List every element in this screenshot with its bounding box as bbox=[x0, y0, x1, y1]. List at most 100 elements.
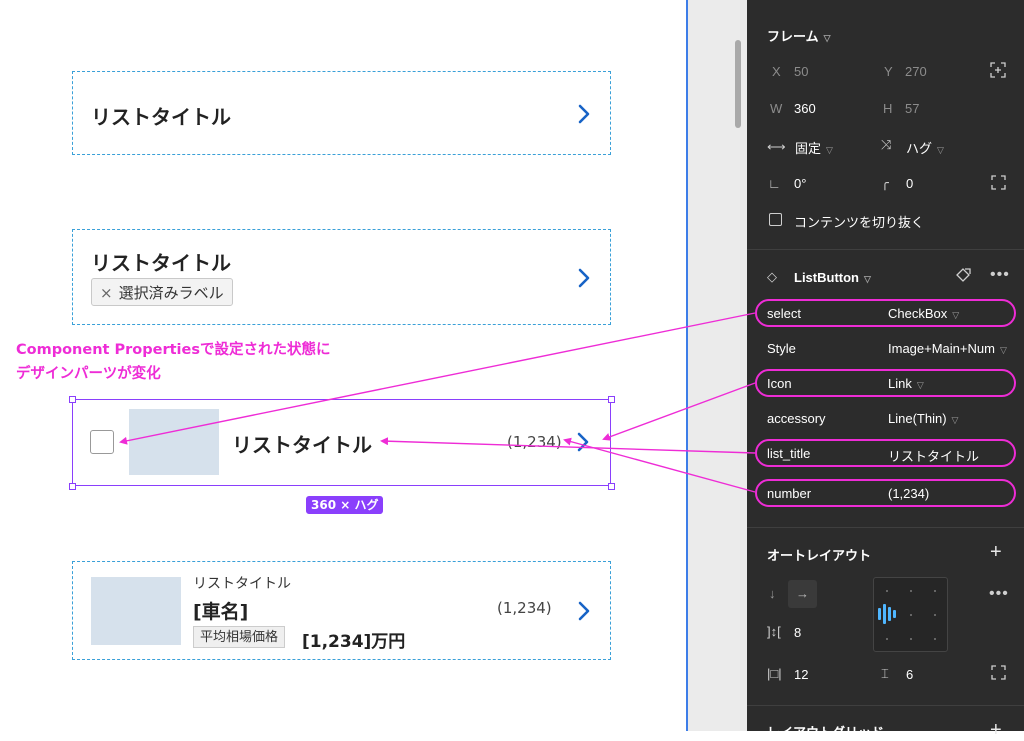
horizontal-resize-icon: ⟷ bbox=[767, 139, 786, 154]
list-title: リストタイトル bbox=[91, 105, 231, 129]
w-input[interactable]: 360 bbox=[794, 101, 816, 116]
align-dot bbox=[910, 590, 912, 592]
prop-number-input[interactable]: (1,234) bbox=[888, 486, 929, 501]
list-button-with-chip[interactable]: リストタイトル × 選択済みラベル bbox=[72, 229, 611, 325]
align-dot bbox=[886, 638, 888, 640]
prop-label-select: select bbox=[767, 306, 801, 321]
constraints-icon[interactable] bbox=[990, 62, 1006, 81]
chevron-down-icon: ▽ bbox=[937, 145, 944, 155]
direction-down-icon[interactable]: ↓ bbox=[769, 586, 776, 601]
y-input[interactable]: 270 bbox=[905, 64, 927, 79]
chip-label: 選択済みラベル bbox=[118, 284, 224, 302]
independent-corners-icon[interactable] bbox=[991, 175, 1006, 193]
prop-icon-dropdown[interactable]: Link ▽ bbox=[888, 376, 924, 391]
chevron-down-icon: ▽ bbox=[823, 33, 831, 43]
price-label-tag: 平均相場価格 bbox=[193, 626, 286, 648]
size-badge: 360 × ハグ bbox=[306, 496, 384, 514]
number-label: (1,234) bbox=[497, 599, 552, 617]
resize-handle-top-left[interactable] bbox=[69, 396, 76, 403]
chevron-right-icon bbox=[573, 600, 595, 622]
align-dot bbox=[934, 590, 936, 592]
y-label: Y bbox=[884, 64, 893, 79]
prop-label-accessory: accessory bbox=[767, 411, 826, 426]
chevron-down-icon: ▽ bbox=[826, 145, 833, 155]
align-indicator bbox=[883, 604, 886, 624]
autolayout-more-icon[interactable]: ••• bbox=[989, 585, 1009, 603]
resize-handle-bottom-right[interactable] bbox=[608, 483, 615, 490]
vertical-padding-input[interactable]: 6 bbox=[906, 667, 913, 682]
prop-label-number: number bbox=[767, 486, 812, 501]
list-button-car[interactable]: リストタイトル [車名] 平均相場価格 [1,234]万円 (1,234) bbox=[72, 561, 611, 660]
chevron-down-icon: ▽ bbox=[863, 274, 871, 284]
component-name[interactable]: ListButton ▽ bbox=[794, 270, 871, 285]
annotation-line-1: Component Propertiesで設定された状態に bbox=[16, 342, 331, 358]
list-subtitle: リストタイトル bbox=[193, 576, 291, 592]
x-input[interactable]: 50 bbox=[794, 64, 808, 79]
car-name: [車名] bbox=[193, 601, 249, 623]
list-title: リストタイトル bbox=[91, 251, 231, 275]
align-indicator bbox=[893, 610, 896, 618]
height-mode-select[interactable]: ハグ ▽ bbox=[906, 138, 944, 157]
more-options-icon[interactable]: ••• bbox=[990, 266, 1010, 284]
align-dot bbox=[934, 638, 936, 640]
individual-padding-icon[interactable] bbox=[991, 665, 1006, 683]
align-dot bbox=[886, 590, 888, 592]
direction-right-icon: → bbox=[796, 586, 809, 601]
autolayout-title: オートレイアウト bbox=[767, 548, 872, 563]
rotation-icon: ∟ bbox=[768, 176, 781, 191]
prop-select-dropdown[interactable]: CheckBox ▽ bbox=[888, 306, 959, 321]
x-label: X bbox=[772, 64, 781, 79]
h-input[interactable]: 57 bbox=[905, 101, 919, 116]
horizontal-padding-icon: |□| bbox=[767, 666, 782, 681]
prop-label-list-title: list_title bbox=[767, 446, 811, 461]
width-mode-select[interactable]: 固定 ▽ bbox=[795, 138, 833, 157]
radius-input[interactable]: 0 bbox=[906, 176, 913, 191]
component-instance-icon: ◇ bbox=[767, 269, 777, 284]
chevron-down-icon: ▽ bbox=[952, 310, 960, 320]
alignment-grid[interactable] bbox=[873, 577, 948, 652]
properties-panel: フレーム ▽ X 50 Y 270 W 360 H 57 ⟷ 固定 ▽ ⤨ ハグ ▽ … bbox=[747, 0, 1024, 740]
gap-input[interactable]: 8 bbox=[794, 625, 801, 640]
w-label: W bbox=[770, 101, 783, 116]
vertical-padding-icon: ⌶ bbox=[881, 666, 889, 681]
add-autolayout-icon[interactable]: + bbox=[990, 542, 1002, 562]
chevron-down-icon: ▽ bbox=[951, 415, 959, 425]
align-dot bbox=[910, 614, 912, 616]
price-value: [1,234]万円 bbox=[302, 632, 406, 652]
close-icon[interactable]: × bbox=[100, 284, 113, 302]
prop-label-icon: Icon bbox=[767, 376, 792, 391]
selection-outline bbox=[72, 399, 611, 486]
chevron-down-icon: ▽ bbox=[916, 380, 924, 390]
layout-grid-title: レイアウトグリッド bbox=[767, 725, 885, 740]
section-divider bbox=[747, 527, 1024, 528]
design-canvas[interactable]: リストタイトル リストタイトル × 選択済みラベル Component Prope… bbox=[0, 0, 686, 731]
highlight-icon bbox=[755, 369, 1016, 397]
thumbnail-image bbox=[91, 577, 181, 645]
rotation-input[interactable]: 0° bbox=[794, 176, 806, 191]
align-indicator bbox=[878, 608, 881, 620]
chevron-right-icon bbox=[573, 267, 595, 289]
vertical-resize-icon: ⤨ bbox=[881, 137, 892, 152]
selected-label-chip[interactable]: × 選択済みラベル bbox=[91, 278, 233, 306]
section-divider bbox=[747, 249, 1024, 250]
h-label: H bbox=[883, 101, 893, 116]
gap-icon: ]↕[ bbox=[767, 624, 781, 639]
resize-handle-top-right[interactable] bbox=[608, 396, 615, 403]
prop-label-style: Style bbox=[767, 341, 796, 356]
horizontal-padding-input[interactable]: 12 bbox=[794, 667, 808, 682]
frame-section-title[interactable]: フレーム ▽ bbox=[767, 26, 831, 45]
list-button-basic[interactable]: リストタイトル bbox=[72, 71, 611, 155]
scrollbar-thumb[interactable] bbox=[735, 40, 741, 128]
prop-list-title-input[interactable]: リストタイトル bbox=[888, 446, 979, 465]
go-to-main-component-icon[interactable] bbox=[954, 267, 972, 286]
add-layout-grid-icon[interactable]: + bbox=[990, 720, 1002, 740]
resize-handle-bottom-left[interactable] bbox=[69, 483, 76, 490]
clip-content-checkbox[interactable] bbox=[769, 213, 782, 226]
align-dot bbox=[934, 614, 936, 616]
align-dot bbox=[910, 638, 912, 640]
section-divider bbox=[747, 705, 1024, 706]
prop-accessory-dropdown[interactable]: Line(Thin) ▽ bbox=[888, 411, 958, 426]
corner-radius-icon: ╭ bbox=[881, 175, 889, 190]
prop-style-dropdown[interactable]: Image+Main+Num ▽ bbox=[888, 341, 1007, 356]
chevron-right-icon bbox=[573, 103, 595, 125]
